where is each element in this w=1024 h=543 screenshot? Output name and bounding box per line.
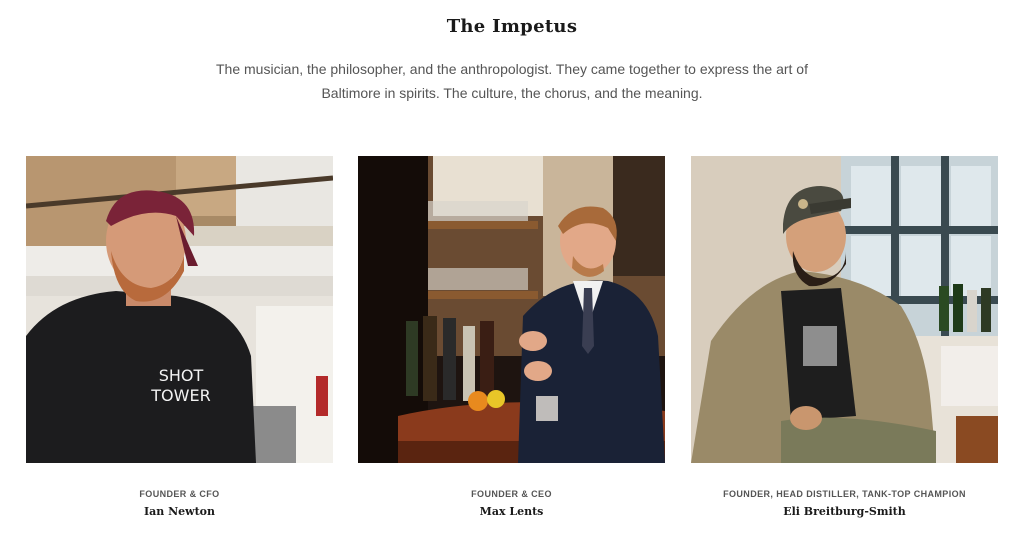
team-grid: SHOT TOWER FOUNDER & CFO Ian Newton FOUN… xyxy=(26,156,998,526)
team-member-photo[interactable] xyxy=(691,156,998,463)
portrait-max-lents xyxy=(358,156,665,463)
team-member-photo[interactable]: SHOT TOWER xyxy=(26,156,333,463)
team-member-name: Max Lents xyxy=(479,505,544,518)
team-member-card: SHOT TOWER FOUNDER & CFO Ian Newton xyxy=(26,156,333,518)
section-title: The Impetus xyxy=(446,16,578,37)
section-intro: The musician, the philosopher, and the a… xyxy=(216,61,808,101)
team-member-role: FOUNDER, HEAD DISTILLER, TANK-TOP CHAMPI… xyxy=(723,489,966,499)
team-member-name: Eli Breitburg-Smith xyxy=(783,505,906,518)
team-member-role: FOUNDER & CEO xyxy=(471,489,552,499)
team-member-card: FOUNDER & CEO Max Lents xyxy=(358,156,665,518)
team-member-name: Ian Newton xyxy=(143,505,216,518)
hoodie-text-line1: SHOT xyxy=(159,366,204,385)
portrait-ian-newton: SHOT TOWER xyxy=(26,156,333,463)
team-member-card: FOUNDER, HEAD DISTILLER, TANK-TOP CHAMPI… xyxy=(691,156,998,518)
team-member-role: FOUNDER & CFO xyxy=(139,489,220,499)
portrait-eli-breitburg-smith xyxy=(691,156,998,463)
team-member-photo[interactable] xyxy=(358,156,665,463)
hoodie-text-line2: TOWER xyxy=(150,386,210,405)
